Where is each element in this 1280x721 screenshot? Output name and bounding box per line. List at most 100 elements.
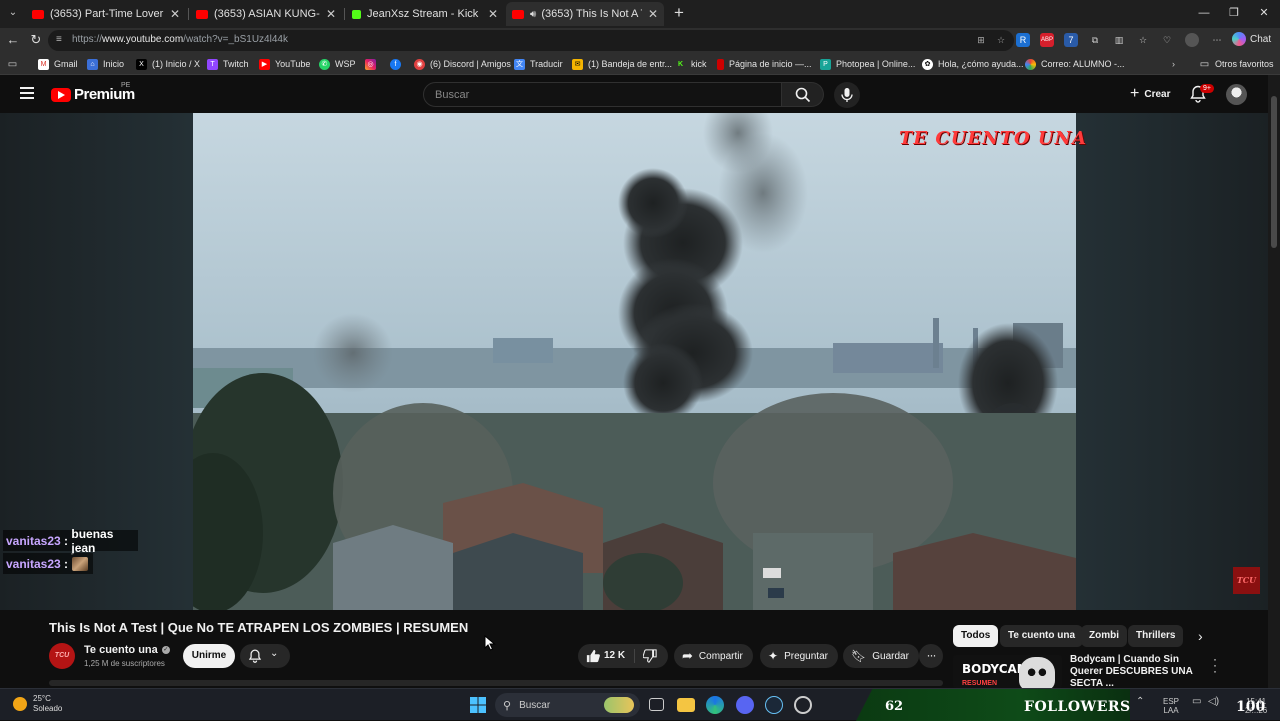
recommended-menu-icon[interactable]: · · · — [1212, 653, 1218, 677]
youtube-premium-logo[interactable]: Premium PE — [51, 82, 135, 103]
more-menu-icon[interactable]: ⋯ — [1210, 33, 1224, 47]
chip-te-cuento-una[interactable]: Te cuento una — [1000, 625, 1084, 647]
search-button[interactable] — [782, 82, 824, 107]
bookmark-gmail[interactable]: M Gmail — [38, 57, 78, 71]
task-view-icon[interactable] — [649, 698, 664, 711]
channel-name-link[interactable]: Te cuento una ✓ — [84, 644, 170, 656]
steam-icon[interactable] — [765, 696, 783, 714]
browser-essentials-icon[interactable]: ♡ — [1160, 33, 1174, 47]
bookmark-label: (6) Discord | Amigos — [430, 59, 511, 69]
language-indicator[interactable]: ESP LAA — [1163, 697, 1179, 715]
bookmark-icon: 🔖︎ — [851, 649, 867, 663]
chip-zombi[interactable]: Zombi — [1081, 625, 1127, 647]
edge-icon[interactable] — [706, 696, 724, 714]
followers-count: 62 — [885, 699, 904, 714]
bookmark-wsp[interactable]: ✆ WSP — [319, 57, 356, 71]
new-tab-button[interactable]: + — [670, 4, 688, 22]
overlay-counter: 100 — [1236, 699, 1266, 715]
share-button[interactable]: ➦ Compartir — [674, 644, 753, 668]
tab-this-is-not-a-test[interactable]: 🔊︎ (3653) This Is Not A Test | Qu ✕ — [506, 2, 664, 26]
tab-part-time-lover[interactable]: (3653) Part-Time Lover - YouTube ✕ — [26, 2, 186, 26]
bookmark-correo[interactable]: Correo: ALUMNO -... — [1025, 57, 1125, 71]
network-icon[interactable]: ▭ — [1192, 697, 1201, 707]
close-tab-icon[interactable]: ✕ — [488, 7, 498, 21]
hamburger-menu-icon[interactable] — [20, 87, 34, 99]
video-player[interactable] — [193, 113, 1076, 610]
bookmark-twitch[interactable]: T Twitch — [207, 57, 249, 71]
bookmark-photopea[interactable]: P Photopea | Online... — [820, 57, 915, 71]
bookmark-x[interactable]: X (1) Inicio / X — [136, 57, 200, 71]
bookmark-traducir[interactable]: 文 Traducir — [514, 57, 563, 71]
bookmark-instagram[interactable]: ◎ — [365, 57, 381, 71]
reading-list-icon[interactable]: ▭ — [7, 57, 23, 71]
browser-tab-bar: ⌄ (3653) Part-Time Lover - YouTube ✕ (36… — [0, 0, 1280, 28]
account-avatar[interactable] — [1226, 84, 1247, 105]
bookmark-kick[interactable]: Kkick — [675, 57, 707, 71]
subscribed-notifications-button[interactable]: ⌄ — [240, 644, 290, 668]
scrollbar-thumb[interactable] — [1271, 96, 1277, 248]
chip-thrillers[interactable]: Thrillers — [1128, 625, 1184, 647]
bookmark-facebook[interactable]: f — [390, 57, 406, 71]
bookmark-discord[interactable]: ◉ (6) Discord | Amigos — [414, 57, 511, 71]
extensions-icon[interactable]: ⧉ — [1088, 33, 1102, 47]
windows-start-icon[interactable] — [469, 696, 487, 714]
restore-icon[interactable]: ❐ — [1226, 5, 1242, 21]
chat-message: vanitas23 : buenas jean — [3, 527, 138, 555]
more-actions-icon[interactable]: ··· — [919, 644, 943, 668]
close-tab-icon[interactable]: ✕ — [648, 7, 658, 21]
youtube-favicon-icon — [32, 9, 44, 19]
bookmark-chatgpt[interactable]: ✿ Hola, ¿cómo ayuda... — [922, 57, 1024, 71]
close-tab-icon[interactable]: ✕ — [326, 7, 336, 21]
chip-all[interactable]: Todos — [953, 625, 999, 647]
bookmark-bandeja[interactable]: ✉ (1) Bandeja de entr... — [572, 57, 672, 71]
bookmark-label: Gmail — [54, 59, 78, 69]
close-window-icon[interactable]: ✕ — [1256, 5, 1272, 21]
save-button[interactable]: 🔖︎ Guardar — [843, 644, 919, 668]
discord-icon[interactable] — [736, 696, 754, 714]
voice-search-button[interactable] — [834, 82, 860, 108]
adblock-icon[interactable]: ABP — [1040, 33, 1054, 47]
other-bookmarks[interactable]: ▭ Otros favoritos — [1199, 57, 1274, 71]
taskbar-search[interactable]: ⚲ Buscar — [495, 693, 640, 717]
minimize-icon[interactable]: — — [1196, 5, 1212, 21]
seventv-icon[interactable]: 7 — [1064, 33, 1078, 47]
tab-actions-icon[interactable]: ⌄ — [4, 4, 22, 22]
weather-widget[interactable]: 25°C Soleado — [13, 694, 62, 714]
extension-icon[interactable]: R — [1016, 33, 1030, 47]
channel-avatar[interactable]: TCU — [49, 643, 75, 669]
more-bookmarks-icon[interactable]: › — [1172, 57, 1175, 71]
join-button[interactable]: Unirme — [183, 644, 235, 668]
obs-icon[interactable] — [794, 696, 812, 714]
chevron-right-icon[interactable]: › — [1198, 628, 1203, 644]
site-info-icon[interactable]: ≡ — [56, 34, 68, 46]
recommended-thumbnail[interactable]: BODYCAM RESUMEN — [953, 655, 1062, 688]
bookmark-inicio[interactable]: ⌂ Inicio — [87, 57, 124, 71]
recommended-video-title[interactable]: Bodycam | Cuando Sin Querer DESCUBRES UN… — [1070, 654, 1210, 690]
file-explorer-icon[interactable] — [677, 698, 695, 712]
address-toolbar: ← ↻ ≡ https://www.youtube.com/watch?v=_b… — [0, 28, 1280, 53]
volume-icon[interactable]: ◁) — [1208, 697, 1219, 707]
channel-branding-button[interactable]: TCU — [1233, 567, 1260, 594]
create-button[interactable]: + Crear — [1124, 83, 1176, 105]
tray-expand-icon[interactable]: ⌃ — [1136, 697, 1144, 707]
bookmark-youtube[interactable]: ▶ YouTube — [259, 57, 310, 71]
reload-icon[interactable]: ↻ — [28, 32, 44, 48]
app-available-icon[interactable]: ⊞ — [974, 33, 988, 47]
split-screen-icon[interactable]: ▥ — [1112, 33, 1126, 47]
url-field[interactable]: ≡ https://www.youtube.com/watch?v=_bS1Uz… — [48, 30, 1014, 51]
ask-button[interactable]: ✦ Preguntar — [760, 644, 838, 668]
favorite-star-icon[interactable]: ☆ — [994, 33, 1008, 47]
tab-kick-dashboard[interactable]: JeanXsz Stream - Kick Dashboard ✕ — [346, 2, 504, 26]
weather-text: 25°C Soleado — [33, 694, 62, 714]
tab-asian-kung-fu[interactable]: (3653) ASIAN KUNG-FU GENERATI ✕ — [190, 2, 342, 26]
favorites-icon[interactable]: ☆ — [1136, 33, 1150, 47]
url-path: /watch?v=_bS1Uz4l44k — [183, 34, 288, 45]
copilot-chat-button[interactable]: Chat — [1232, 32, 1271, 46]
back-arrow-icon[interactable]: ← — [5, 32, 21, 48]
profile-avatar-icon[interactable] — [1185, 33, 1199, 47]
bookmark-pagina-inicio[interactable]: Página de inicio —... — [717, 57, 812, 71]
dislike-button[interactable] — [635, 644, 668, 668]
search-input[interactable]: Buscar — [423, 82, 782, 107]
close-tab-icon[interactable]: ✕ — [170, 7, 180, 21]
audio-playing-icon[interactable]: 🔊︎ — [530, 9, 536, 20]
